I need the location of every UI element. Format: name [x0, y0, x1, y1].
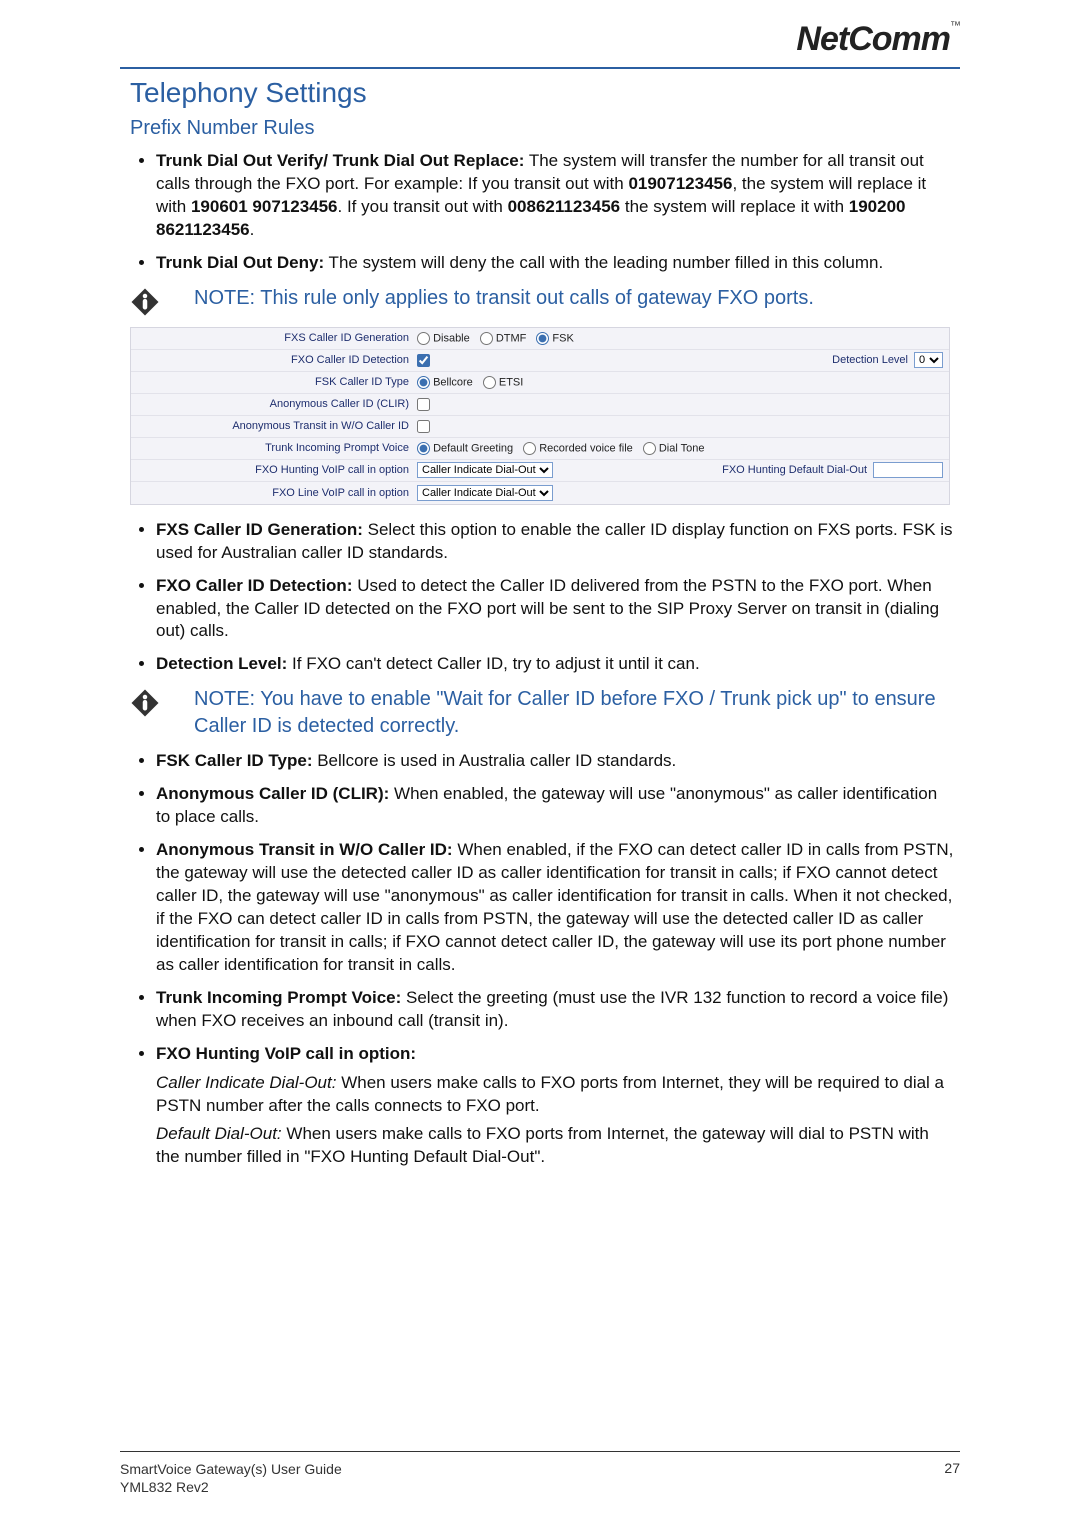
fxo-line-select[interactable]: Caller Indicate Dial-Out	[417, 485, 553, 501]
fxo-hunting-select[interactable]: Caller Indicate Dial-Out	[417, 462, 553, 478]
bullet-item: Detection Level: If FXO can't detect Cal…	[156, 653, 956, 676]
desc: The system will deny the call with the l…	[324, 253, 883, 272]
bullet-item: Anonymous Transit in W/O Caller ID: When…	[156, 839, 956, 977]
checkbox-anon-transit[interactable]	[417, 420, 430, 433]
radio-bellcore[interactable]: Bellcore	[417, 376, 473, 389]
desc: . If you transit out with	[338, 197, 508, 216]
option-label: Recorded voice file	[539, 442, 633, 454]
desc: If FXO can't detect Caller ID, try to ad…	[287, 654, 699, 673]
term: FXO Caller ID Detection:	[156, 576, 352, 595]
bullet-list-top: Trunk Dial Out Verify/ Trunk Dial Out Re…	[156, 150, 956, 275]
desc: Bellcore is used in Australia caller ID …	[313, 751, 677, 770]
term: Trunk Dial Out Verify/ Trunk Dial Out Re…	[156, 151, 524, 170]
subsection-title: Prefix Number Rules	[130, 117, 960, 140]
term: FSK Caller ID Type:	[156, 751, 313, 770]
brand-logo: NetComm™	[120, 20, 960, 61]
option-label: ETSI	[499, 376, 523, 388]
note-callout: NOTE: This rule only applies to transit …	[130, 285, 950, 317]
row-anonymous-clir: Anonymous Caller ID (CLIR)	[131, 394, 949, 416]
radio-dial-tone[interactable]: Dial Tone	[643, 442, 705, 455]
alert-icon	[130, 287, 160, 317]
radio-etsi[interactable]: ETSI	[483, 376, 524, 389]
note-callout: NOTE: You have to enable "Wait for Calle…	[130, 686, 950, 740]
note-text: NOTE: This rule only applies to transit …	[194, 285, 950, 312]
row-fxo-line-voip: FXO Line VoIP call in option Caller Indi…	[131, 482, 949, 504]
radio-recorded-file[interactable]: Recorded voice file	[523, 442, 633, 455]
bullet-item: Anonymous Caller ID (CLIR): When enabled…	[156, 783, 956, 829]
field-label: FSK Caller ID Type	[137, 376, 417, 388]
bullet-item: FXS Caller ID Generation: Select this op…	[156, 519, 956, 565]
detection-level-select[interactable]: 0	[914, 352, 943, 368]
bullet-item: FXO Hunting VoIP call in option: Caller …	[156, 1043, 956, 1170]
fxo-hunting-default-input[interactable]	[873, 462, 943, 478]
option-label: Default Greeting	[433, 442, 513, 454]
desc: .	[250, 220, 255, 239]
desc: When enabled, if the FXO can detect call…	[156, 840, 953, 974]
radio-dtmf[interactable]: DTMF	[480, 332, 527, 345]
bullet-list-mid: FXS Caller ID Generation: Select this op…	[156, 519, 956, 677]
field-label: Anonymous Transit in W/O Caller ID	[137, 420, 417, 432]
term: 01907123456	[628, 174, 732, 193]
term: FXS Caller ID Generation:	[156, 520, 363, 539]
page-title: Telephony Settings	[130, 77, 960, 109]
brand-text: NetComm	[796, 20, 950, 58]
row-fsk-caller-id-type: FSK Caller ID Type Bellcore ETSI	[131, 372, 949, 394]
radio-default-greeting[interactable]: Default Greeting	[417, 442, 513, 455]
page-number: 27	[944, 1460, 960, 1496]
field-label: FXO Caller ID Detection	[137, 354, 417, 366]
row-fxs-caller-id-generation: FXS Caller ID Generation Disable DTMF FS…	[131, 328, 949, 350]
row-fxo-caller-id-detection: FXO Caller ID Detection Detection Level …	[131, 350, 949, 372]
row-anonymous-transit: Anonymous Transit in W/O Caller ID	[131, 416, 949, 438]
term: Trunk Incoming Prompt Voice:	[156, 988, 401, 1007]
field-label: FXO Hunting Default Dial-Out	[722, 464, 867, 476]
term: FXO Hunting VoIP call in option:	[156, 1044, 416, 1063]
settings-panel: FXS Caller ID Generation Disable DTMF FS…	[130, 327, 950, 505]
checkbox-clir[interactable]	[417, 398, 430, 411]
footer-guide-title: SmartVoice Gateway(s) User Guide	[120, 1460, 342, 1478]
header-rule	[120, 67, 960, 69]
subterm: Caller Indicate Dial-Out:	[156, 1073, 336, 1092]
field-label: Trunk Incoming Prompt Voice	[137, 442, 417, 454]
bullet-list-bottom: FSK Caller ID Type: Bellcore is used in …	[156, 750, 956, 1169]
bullet-item: Trunk Incoming Prompt Voice: Select the …	[156, 987, 956, 1033]
bullet-item: Trunk Dial Out Verify/ Trunk Dial Out Re…	[156, 150, 956, 242]
bullet-item: FXO Caller ID Detection: Used to detect …	[156, 575, 956, 644]
bullet-item: FSK Caller ID Type: Bellcore is used in …	[156, 750, 956, 773]
row-trunk-prompt-voice: Trunk Incoming Prompt Voice Default Gree…	[131, 438, 949, 460]
option-label: Bellcore	[433, 376, 473, 388]
option-label: FSK	[552, 332, 573, 344]
page-footer: SmartVoice Gateway(s) User Guide YML832 …	[120, 1451, 960, 1496]
subterm: Default Dial-Out:	[156, 1124, 282, 1143]
radio-disable[interactable]: Disable	[417, 332, 470, 345]
term: Anonymous Caller ID (CLIR):	[156, 784, 389, 803]
term: Anonymous Transit in W/O Caller ID:	[156, 840, 453, 859]
radio-fsk[interactable]: FSK	[536, 332, 573, 345]
term: Trunk Dial Out Deny:	[156, 253, 324, 272]
row-fxo-hunting-voip: FXO Hunting VoIP call in option Caller I…	[131, 460, 949, 482]
sublist: Caller Indicate Dial-Out: When users mak…	[156, 1072, 956, 1170]
option-label: Dial Tone	[659, 442, 705, 454]
term: 008621123456	[508, 197, 621, 216]
field-label: FXS Caller ID Generation	[137, 332, 417, 344]
checkbox-fxo-detection[interactable]	[417, 354, 430, 367]
option-label: DTMF	[496, 332, 527, 344]
field-label: FXO Line VoIP call in option	[137, 487, 417, 499]
bullet-item: Trunk Dial Out Deny: The system will den…	[156, 252, 956, 275]
alert-icon	[130, 688, 160, 718]
term: Detection Level:	[156, 654, 287, 673]
field-label: FXO Hunting VoIP call in option	[137, 464, 417, 476]
term: 190601 907123456	[191, 197, 338, 216]
field-label: Anonymous Caller ID (CLIR)	[137, 398, 417, 410]
note-text: NOTE: You have to enable "Wait for Calle…	[194, 686, 950, 740]
footer-revision: YML832 Rev2	[120, 1478, 342, 1496]
trademark: ™	[950, 20, 960, 32]
field-label: Detection Level	[832, 354, 908, 366]
option-label: Disable	[433, 332, 470, 344]
desc: the system will replace it with	[620, 197, 849, 216]
